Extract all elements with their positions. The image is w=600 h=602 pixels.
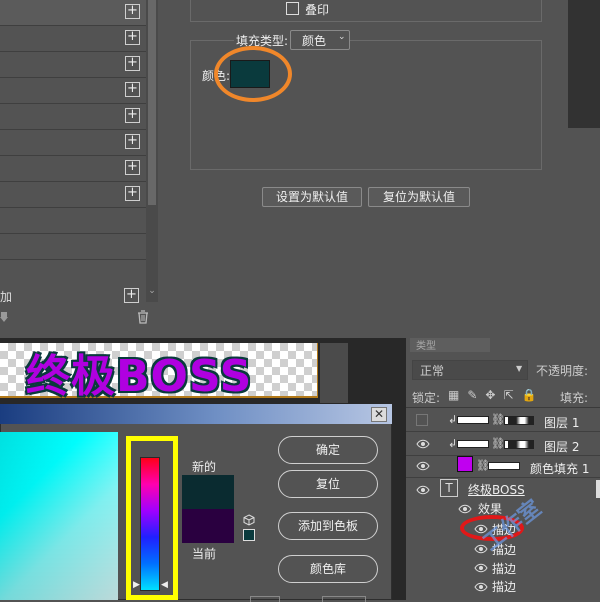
chevron-down-icon: ▼: [516, 364, 523, 373]
eye-icon[interactable]: [416, 459, 430, 473]
add-to-swatches-button[interactable]: 添加到色板: [278, 512, 378, 540]
layer-name[interactable]: 图层 1: [544, 414, 579, 431]
eye-icon[interactable]: [416, 483, 430, 497]
style-row[interactable]: +: [0, 78, 146, 104]
style-row[interactable]: +: [0, 0, 146, 26]
add-effect-button[interactable]: +: [124, 288, 139, 303]
blend-mode-value: 正常: [420, 364, 445, 378]
eye-icon[interactable]: [416, 437, 430, 451]
overprint-label: 叠印: [305, 3, 330, 17]
layer-thumbnail: [457, 440, 489, 448]
fx-expand-icon[interactable]: [596, 480, 600, 498]
ok-button[interactable]: 确定: [278, 436, 378, 464]
add-effect-button[interactable]: +: [125, 30, 140, 45]
add-effect-button[interactable]: +: [125, 186, 140, 201]
style-row[interactable]: +: [0, 26, 146, 52]
effect-item[interactable]: 描边: [492, 578, 516, 595]
lock-label: 锁定:: [412, 391, 441, 405]
add-effect-button[interactable]: +: [125, 108, 140, 123]
style-row[interactable]: +: [0, 130, 146, 156]
highlight-circle-annotation: [214, 46, 292, 102]
style-row[interactable]: [0, 208, 146, 234]
current-color-swatch[interactable]: [182, 509, 234, 543]
add-effect-button[interactable]: +: [125, 56, 140, 71]
picker-field[interactable]: [322, 596, 366, 602]
hue-slider[interactable]: [140, 457, 160, 591]
style-row[interactable]: [0, 234, 146, 260]
web-safe-color-swatch[interactable]: [243, 529, 255, 541]
opacity-label: 不透明度:: [536, 364, 589, 378]
style-row[interactable]: +: [0, 156, 146, 182]
saturation-brightness-field[interactable]: [0, 432, 118, 600]
link-icon[interactable]: ⛓: [491, 413, 505, 426]
text-layer-icon: T: [440, 479, 458, 497]
add-effect-button[interactable]: +: [125, 82, 140, 97]
layer-mask-thumbnail[interactable]: [504, 440, 534, 449]
new-color-label: 新的: [192, 460, 217, 474]
trash-icon[interactable]: [136, 310, 150, 324]
layer-style-list: + + + + + + + +: [0, 0, 146, 287]
link-icon[interactable]: ⛓: [491, 437, 505, 450]
layer-name[interactable]: 颜色填充 1: [530, 460, 589, 477]
add-effect-button[interactable]: +: [125, 160, 140, 175]
clip-arrow-icon: ↲: [448, 413, 458, 426]
layer-name[interactable]: 图层 2: [544, 438, 579, 455]
add-effect-button[interactable]: +: [125, 134, 140, 149]
hue-slider-right-arrow-icon[interactable]: ◀: [161, 580, 168, 590]
layer-name[interactable]: 终极BOSS: [468, 481, 525, 498]
canvas-gray-area: [320, 343, 348, 403]
scrollbar-thumb[interactable]: [148, 0, 156, 205]
move-down-icon[interactable]: [0, 312, 8, 322]
hue-slider-left-arrow-icon[interactable]: ▶: [133, 580, 140, 590]
dialog-title-bar[interactable]: [0, 404, 392, 424]
layer-mask-thumbnail[interactable]: [504, 416, 534, 425]
current-color-label: 当前: [192, 547, 217, 561]
fill-type-value: 颜色: [302, 34, 327, 48]
layer-thumbnail: [457, 416, 489, 424]
cube-icon[interactable]: [243, 514, 255, 526]
dialog-edge: [568, 0, 600, 128]
chevron-down-icon: ⌄: [338, 32, 346, 42]
reset-button[interactable]: 复位: [278, 470, 378, 498]
chevron-down-icon[interactable]: ⌄: [146, 286, 158, 300]
layer-filter-label: 类型: [416, 341, 436, 352]
eye-icon[interactable]: [458, 502, 472, 516]
eye-icon[interactable]: [474, 580, 488, 594]
set-default-button[interactable]: 设置为默认值: [262, 187, 362, 207]
effect-item[interactable]: 描边: [492, 560, 516, 577]
layer-mask-thumbnail[interactable]: [488, 462, 520, 470]
fill-layer-thumbnail[interactable]: [457, 456, 473, 472]
new-color-swatch: [182, 475, 234, 509]
fill-label: 填充:: [560, 391, 589, 405]
close-icon[interactable]: ✕: [371, 407, 387, 422]
style-row[interactable]: +: [0, 52, 146, 78]
color-libraries-button[interactable]: 颜色库: [278, 555, 378, 583]
overprint-group: [190, 0, 542, 22]
fx-label: 加: [0, 290, 13, 304]
lock-options-icons[interactable]: ▦✎✥⇱🔒: [448, 388, 544, 402]
eye-icon[interactable]: [474, 561, 488, 575]
style-row[interactable]: +: [0, 104, 146, 130]
add-effect-button[interactable]: +: [125, 4, 140, 19]
style-row[interactable]: +: [0, 182, 146, 208]
visibility-toggle[interactable]: [416, 414, 428, 426]
canvas-text-boss[interactable]: 终极BOSS: [26, 340, 252, 404]
overprint-checkbox[interactable]: [286, 2, 299, 15]
clip-arrow-icon: ↲: [448, 437, 458, 450]
picker-field[interactable]: [250, 596, 280, 602]
reset-default-button[interactable]: 复位为默认值: [368, 187, 470, 207]
